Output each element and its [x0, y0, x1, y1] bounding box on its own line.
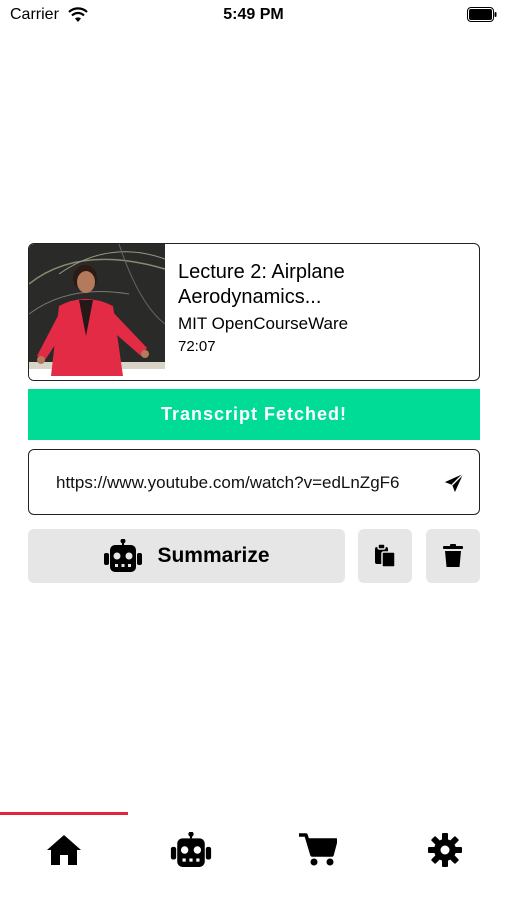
clock: 5:49 PM	[223, 6, 284, 23]
gear-icon	[427, 833, 462, 867]
cart-icon	[298, 833, 337, 866]
tab-settings[interactable]	[381, 820, 507, 880]
send-icon[interactable]	[443, 472, 465, 494]
video-duration: 72:07	[178, 338, 216, 355]
paste-icon	[375, 544, 396, 568]
delete-button[interactable]	[426, 529, 480, 583]
video-channel: MIT OpenCourseWare	[178, 314, 349, 333]
video-card[interactable]: Lecture 2: Airplane Aerodynamics... MIT …	[28, 243, 480, 381]
active-tab-indicator	[0, 812, 128, 815]
paste-button[interactable]	[358, 529, 412, 583]
summarize-label: Summarize	[157, 544, 270, 567]
url-input[interactable]: https://www.youtube.com/watch?v=edLnZgF6	[56, 473, 468, 493]
trash-icon	[443, 544, 463, 567]
tab-cart[interactable]	[254, 820, 381, 880]
video-thumbnail	[29, 244, 165, 380]
robot-icon	[170, 832, 211, 867]
tab-robot[interactable]	[127, 820, 254, 880]
summarize-button[interactable]: Summarize	[28, 529, 345, 583]
home-icon	[46, 835, 81, 865]
battery-icon	[467, 7, 497, 22]
status-bar: Carrier 5:49 PM	[0, 0, 507, 30]
url-input-field[interactable]: https://www.youtube.com/watch?v=edLnZgF6	[28, 449, 480, 515]
transcript-status-banner: Transcript Fetched!	[28, 389, 480, 440]
video-title: Lecture 2: Airplane Aerodynamics...	[178, 261, 345, 308]
robot-icon	[104, 539, 143, 572]
tab-home[interactable]	[0, 820, 127, 880]
